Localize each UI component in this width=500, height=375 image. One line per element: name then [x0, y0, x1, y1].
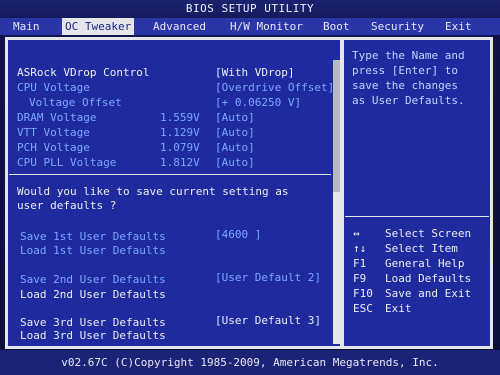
help-text-line-4: as User Defaults.: [352, 94, 465, 107]
bios-title: BIOS SETUP UTILITY: [0, 0, 500, 18]
setting-value-vdrop[interactable]: [With VDrop]: [215, 66, 294, 79]
setting-label-cpu-pll-voltage: CPU PLL Voltage: [17, 156, 117, 169]
bios-screen: BIOS SETUP UTILITY Main OC Tweaker Advan…: [0, 0, 500, 375]
key-esc: ESC: [353, 302, 373, 315]
setting-value-dram-voltage[interactable]: [Auto]: [215, 111, 255, 124]
tab-main[interactable]: Main: [10, 18, 43, 35]
key-general-help: General Help: [385, 257, 465, 270]
key-f1: F1: [353, 257, 367, 270]
key-exit: Exit: [385, 302, 412, 315]
setting-reading-dram-voltage: 1.559V: [160, 111, 200, 124]
help-text-line-3: save the changes: [352, 79, 458, 92]
key-arrows-ud-icon: ↑↓: [353, 242, 367, 255]
load-2nd-user-defaults[interactable]: Load 2nd User Defaults: [20, 288, 166, 301]
setting-label-cpu-voltage: CPU Voltage: [17, 81, 90, 94]
key-arrows-lr-icon: ↔: [353, 227, 360, 240]
save-1st-user-defaults-value[interactable]: [4600 ]: [215, 228, 261, 241]
setting-value-cpu-voltage[interactable]: [Overdrive Offset]: [215, 81, 334, 94]
save-prompt-line-2: user defaults ?: [17, 199, 117, 212]
key-load-defaults: Load Defaults: [385, 272, 472, 285]
save-2nd-user-defaults-value[interactable]: [User Default 2]: [215, 271, 321, 284]
help-text-line-1: Type the Name and: [352, 49, 465, 62]
setting-value-cpu-pll-voltage[interactable]: [Auto]: [215, 156, 255, 169]
tab-boot[interactable]: Boot: [320, 18, 353, 35]
scrollbar-thumb[interactable]: [333, 60, 340, 192]
menu-bar: Main OC Tweaker Advanced H/W Monitor Boo…: [0, 18, 500, 35]
help-divider: [345, 216, 489, 217]
key-f9: F9: [353, 272, 367, 285]
setting-label-vtt-voltage: VTT Voltage: [17, 126, 90, 139]
setting-reading-pch-voltage: 1.079V: [160, 141, 200, 154]
setting-reading-cpu-pll-voltage: 1.812V: [160, 156, 200, 169]
load-3rd-user-defaults[interactable]: Load 3rd User Defaults: [20, 329, 166, 342]
save-3rd-user-defaults-value[interactable]: [User Default 3]: [215, 314, 321, 327]
setting-value-voltage-offset[interactable]: [+ 0.06250 V]: [215, 96, 301, 109]
tab-advanced[interactable]: Advanced: [150, 18, 209, 35]
tab-oc-tweaker[interactable]: OC Tweaker: [62, 18, 135, 35]
setting-label-vdrop: ASRock VDrop Control: [17, 66, 150, 79]
tab-exit[interactable]: Exit: [442, 18, 475, 35]
save-1st-user-defaults[interactable]: Save 1st User Defaults: [20, 230, 166, 243]
key-f10: F10: [353, 287, 373, 300]
save-prompt-line-1: Would you like to save current setting a…: [17, 185, 289, 198]
section-divider: [9, 174, 331, 175]
key-select-screen: Select Screen: [385, 227, 472, 240]
setting-value-pch-voltage[interactable]: [Auto]: [215, 141, 255, 154]
key-save-and-exit: Save and Exit: [385, 287, 472, 300]
setting-reading-vtt-voltage: 1.129V: [160, 126, 200, 139]
tab-security[interactable]: Security: [368, 18, 427, 35]
setting-label-dram-voltage: DRAM Voltage: [17, 111, 97, 124]
copyright-footer: v02.67C (C)Copyright 1985-2009, American…: [0, 350, 500, 375]
load-1st-user-defaults[interactable]: Load 1st User Defaults: [20, 244, 166, 257]
help-text-line-2: press [Enter] to: [352, 64, 458, 77]
setting-value-vtt-voltage[interactable]: [Auto]: [215, 126, 255, 139]
key-select-item: Select Item: [385, 242, 458, 255]
save-2nd-user-defaults[interactable]: Save 2nd User Defaults: [20, 273, 166, 286]
setting-label-pch-voltage: PCH Voltage: [17, 141, 90, 154]
save-3rd-user-defaults[interactable]: Save 3rd User Defaults: [20, 316, 166, 329]
tab-hw-monitor[interactable]: H/W Monitor: [227, 18, 306, 35]
settings-scrollbar[interactable]: [333, 60, 340, 344]
setting-label-voltage-offset: Voltage Offset: [29, 96, 122, 109]
